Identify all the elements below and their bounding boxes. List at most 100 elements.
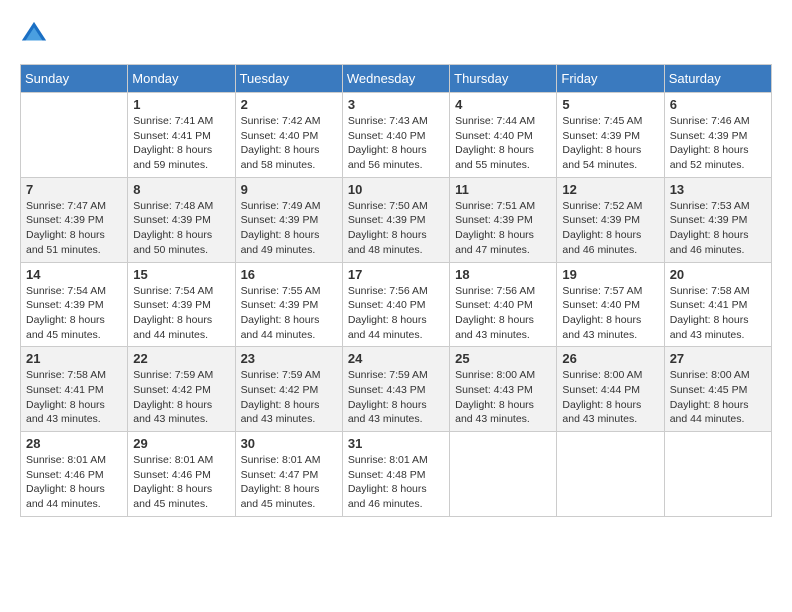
calendar-cell: 15 Sunrise: 7:54 AM Sunset: 4:39 PM Dayli… [128,262,235,347]
calendar-week-row: 21 Sunrise: 7:58 AM Sunset: 4:41 PM Dayli… [21,347,772,432]
cell-info: Sunrise: 7:52 AM Sunset: 4:39 PM Dayligh… [562,199,658,258]
calendar-week-row: 28 Sunrise: 8:01 AM Sunset: 4:46 PM Dayli… [21,432,772,517]
calendar-cell: 16 Sunrise: 7:55 AM Sunset: 4:39 PM Dayli… [235,262,342,347]
cell-info: Sunrise: 7:47 AM Sunset: 4:39 PM Dayligh… [26,199,122,258]
cell-info: Sunrise: 7:57 AM Sunset: 4:40 PM Dayligh… [562,284,658,343]
calendar-cell: 18 Sunrise: 7:56 AM Sunset: 4:40 PM Dayli… [450,262,557,347]
col-header-monday: Monday [128,65,235,93]
cell-day-number: 20 [670,267,766,282]
col-header-tuesday: Tuesday [235,65,342,93]
cell-day-number: 19 [562,267,658,282]
cell-info: Sunrise: 7:48 AM Sunset: 4:39 PM Dayligh… [133,199,229,258]
cell-day-number: 7 [26,182,122,197]
cell-day-number: 24 [348,351,444,366]
calendar-cell: 14Sunrise: 7:54 AM Sunset: 4:39 PM Dayli… [21,262,128,347]
cell-day-number: 6 [670,97,766,112]
cell-info: Sunrise: 7:49 AM Sunset: 4:39 PM Dayligh… [241,199,337,258]
cell-day-number: 16 [241,267,337,282]
cell-day-number: 3 [348,97,444,112]
calendar-cell: 31Sunrise: 8:01 AM Sunset: 4:48 PM Dayli… [342,432,449,517]
logo [20,20,52,48]
calendar-cell: 6 Sunrise: 7:46 AM Sunset: 4:39 PM Daylig… [664,93,771,178]
col-header-sunday: Sunday [21,65,128,93]
cell-day-number: 4 [455,97,551,112]
cell-day-number: 29 [133,436,229,451]
calendar-cell: 7 Sunrise: 7:47 AM Sunset: 4:39 PM Daylig… [21,177,128,262]
cell-day-number: 10 [348,182,444,197]
cell-day-number: 27 [670,351,766,366]
cell-info: Sunrise: 8:00 AM Sunset: 4:45 PM Dayligh… [670,368,766,427]
cell-day-number: 18 [455,267,551,282]
cell-info: Sunrise: 7:41 AM Sunset: 4:41 PM Dayligh… [133,114,229,173]
cell-day-number: 1 [133,97,229,112]
cell-info: Sunrise: 8:01 AM Sunset: 4:46 PM Dayligh… [133,453,229,512]
cell-info: Sunrise: 8:01 AM Sunset: 4:47 PM Dayligh… [241,453,337,512]
cell-info: Sunrise: 7:44 AM Sunset: 4:40 PM Dayligh… [455,114,551,173]
calendar-cell [557,432,664,517]
cell-day-number: 13 [670,182,766,197]
calendar-cell: 27 Sunrise: 8:00 AM Sunset: 4:45 PM Dayli… [664,347,771,432]
col-header-wednesday: Wednesday [342,65,449,93]
cell-info: Sunrise: 7:58 AM Sunset: 4:41 PM Dayligh… [670,284,766,343]
cell-day-number: 31 [348,436,444,451]
cell-info: Sunrise: 7:54 AM Sunset: 4:39 PM Dayligh… [133,284,229,343]
cell-info: Sunrise: 7:56 AM Sunset: 4:40 PM Dayligh… [455,284,551,343]
calendar-cell: 22Sunrise: 7:59 AM Sunset: 4:42 PM Dayli… [128,347,235,432]
cell-day-number: 17 [348,267,444,282]
calendar-cell: 13 Sunrise: 7:53 AM Sunset: 4:39 PM Dayli… [664,177,771,262]
col-header-thursday: Thursday [450,65,557,93]
cell-info: Sunrise: 7:56 AM Sunset: 4:40 PM Dayligh… [348,284,444,343]
cell-day-number: 23 [241,351,337,366]
calendar-cell: 4 Sunrise: 7:44 AM Sunset: 4:40 PM Daylig… [450,93,557,178]
cell-info: Sunrise: 7:59 AM Sunset: 4:43 PM Dayligh… [348,368,444,427]
calendar-cell: 2 Sunrise: 7:42 AM Sunset: 4:40 PM Daylig… [235,93,342,178]
calendar-cell: 26 Sunrise: 8:00 AM Sunset: 4:44 PM Dayli… [557,347,664,432]
cell-day-number: 8 [133,182,229,197]
calendar-cell: 5 Sunrise: 7:45 AM Sunset: 4:39 PM Daylig… [557,93,664,178]
calendar-cell: 23 Sunrise: 7:59 AM Sunset: 4:42 PM Dayli… [235,347,342,432]
cell-day-number: 15 [133,267,229,282]
cell-day-number: 2 [241,97,337,112]
calendar-cell: 3 Sunrise: 7:43 AM Sunset: 4:40 PM Daylig… [342,93,449,178]
cell-info: Sunrise: 8:00 AM Sunset: 4:43 PM Dayligh… [455,368,551,427]
cell-info: Sunrise: 7:59 AM Sunset: 4:42 PM Dayligh… [241,368,337,427]
calendar-cell: 20 Sunrise: 7:58 AM Sunset: 4:41 PM Dayli… [664,262,771,347]
cell-day-number: 11 [455,182,551,197]
cell-day-number: 25 [455,351,551,366]
calendar-cell: 30 Sunrise: 8:01 AM Sunset: 4:47 PM Dayli… [235,432,342,517]
cell-day-number: 22 [133,351,229,366]
calendar-cell: 24 Sunrise: 7:59 AM Sunset: 4:43 PM Dayli… [342,347,449,432]
cell-info: Sunrise: 7:50 AM Sunset: 4:39 PM Dayligh… [348,199,444,258]
cell-info: Sunrise: 7:46 AM Sunset: 4:39 PM Dayligh… [670,114,766,173]
cell-info: Sunrise: 7:53 AM Sunset: 4:39 PM Dayligh… [670,199,766,258]
cell-day-number: 21 [26,351,122,366]
calendar-cell: 28 Sunrise: 8:01 AM Sunset: 4:46 PM Dayli… [21,432,128,517]
cell-day-number: 26 [562,351,658,366]
calendar-cell [21,93,128,178]
calendar-cell: 8 Sunrise: 7:48 AM Sunset: 4:39 PM Daylig… [128,177,235,262]
logo-icon [20,20,48,48]
calendar-week-row: 7 Sunrise: 7:47 AM Sunset: 4:39 PM Daylig… [21,177,772,262]
cell-info: Sunrise: 7:55 AM Sunset: 4:39 PM Dayligh… [241,284,337,343]
cell-info: Sunrise: 7:58 AM Sunset: 4:41 PM Dayligh… [26,368,122,427]
calendar-cell: 25 Sunrise: 8:00 AM Sunset: 4:43 PM Dayli… [450,347,557,432]
cell-day-number: 12 [562,182,658,197]
cell-info: Sunrise: 7:45 AM Sunset: 4:39 PM Dayligh… [562,114,658,173]
cell-day-number: 28 [26,436,122,451]
cell-day-number: 5 [562,97,658,112]
cell-day-number: 30 [241,436,337,451]
cell-info: Sunrise: 7:42 AM Sunset: 4:40 PM Dayligh… [241,114,337,173]
calendar-cell [664,432,771,517]
calendar-cell: 12 Sunrise: 7:52 AM Sunset: 4:39 PM Dayli… [557,177,664,262]
cell-info: Sunrise: 7:43 AM Sunset: 4:40 PM Dayligh… [348,114,444,173]
cell-info: Sunrise: 8:00 AM Sunset: 4:44 PM Dayligh… [562,368,658,427]
calendar-cell: 17 Sunrise: 7:56 AM Sunset: 4:40 PM Dayli… [342,262,449,347]
calendar-cell: 9Sunrise: 7:49 AM Sunset: 4:39 PM Daylig… [235,177,342,262]
cell-day-number: 14 [26,267,122,282]
cell-info: Sunrise: 8:01 AM Sunset: 4:46 PM Dayligh… [26,453,122,512]
calendar-cell: 21 Sunrise: 7:58 AM Sunset: 4:41 PM Dayli… [21,347,128,432]
calendar-table: SundayMondayTuesdayWednesdayThursdayFrid… [20,64,772,517]
col-header-saturday: Saturday [664,65,771,93]
calendar-cell: 10 Sunrise: 7:50 AM Sunset: 4:39 PM Dayli… [342,177,449,262]
cell-info: Sunrise: 7:51 AM Sunset: 4:39 PM Dayligh… [455,199,551,258]
